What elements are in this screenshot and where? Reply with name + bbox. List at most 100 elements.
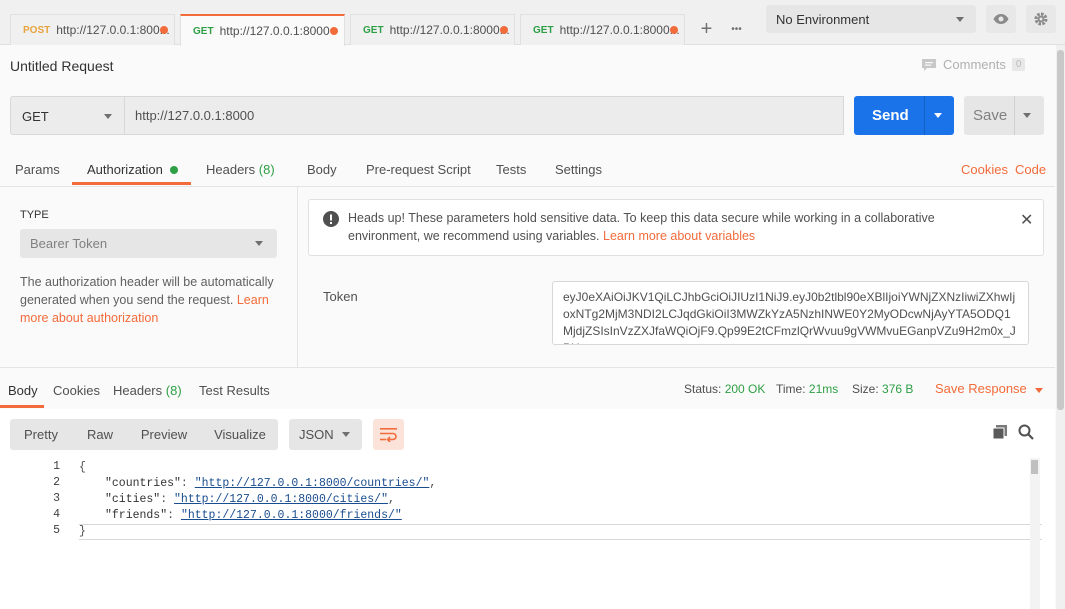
code-scrollbar[interactable] xyxy=(1030,458,1040,609)
type-label: TYPE xyxy=(20,209,49,221)
request-title[interactable]: Untitled Request xyxy=(10,58,114,74)
tab-authorization[interactable]: Authorization xyxy=(87,162,178,177)
method-select[interactable]: GET xyxy=(10,96,125,135)
new-tab-button[interactable]: + xyxy=(692,15,721,44)
learn-more-variables-link[interactable]: Learn more about variables xyxy=(603,229,755,243)
json-link[interactable]: "http://127.0.0.1:8000/countries/" xyxy=(195,477,430,490)
send-label: Send xyxy=(872,107,909,124)
pretty-button[interactable]: Pretty xyxy=(16,419,66,450)
save-label: Save xyxy=(973,107,1008,124)
response-tab-test-results[interactable]: Test Results xyxy=(199,383,270,398)
json-link[interactable]: "http://127.0.0.1:8000/cities/" xyxy=(174,493,388,506)
json-link[interactable]: "http://127.0.0.1:8000/friends/" xyxy=(181,509,402,522)
response-headers-label: Headers xyxy=(113,383,163,398)
active-tab-indicator xyxy=(0,405,44,408)
auth-type-value: Bearer Token xyxy=(30,236,108,251)
request-tab[interactable]: GET http://127.0.0.1:8000... xyxy=(350,14,515,45)
auth-description: The authorization header will be automat… xyxy=(20,273,278,327)
chevron-down-icon xyxy=(104,114,112,119)
send-button[interactable]: Send xyxy=(854,96,954,135)
brace: } xyxy=(79,525,86,538)
comments-button[interactable]: Comments 0 xyxy=(921,57,1026,72)
tab-url: http://127.0.0.1:8000... xyxy=(389,23,510,37)
ellipsis-icon: ••• xyxy=(731,24,742,35)
tab-url: http://127.0.0.1:8000 xyxy=(219,24,330,38)
time-label: Time: xyxy=(776,382,806,396)
status-label: Status: xyxy=(684,382,722,396)
code-scroll-thumb[interactable] xyxy=(1031,460,1038,474)
unsaved-dot-icon xyxy=(670,26,678,34)
active-dot-icon xyxy=(169,166,178,174)
preview-button[interactable]: Preview xyxy=(136,419,192,450)
response-tab-headers[interactable]: Headers (8) xyxy=(113,383,182,398)
tab-body[interactable]: Body xyxy=(307,162,337,177)
comments-count: 0 xyxy=(1011,58,1026,71)
main-scroll-thumb[interactable] xyxy=(1057,50,1064,410)
search-icon[interactable] xyxy=(1018,424,1034,440)
code-line: "friends": "http://127.0.0.1:8000/friend… xyxy=(105,509,402,522)
environment-select[interactable]: No Environment xyxy=(766,5,976,33)
tab-tests[interactable]: Tests xyxy=(496,162,526,177)
chevron-down-icon xyxy=(255,241,263,246)
auth-type-select[interactable]: Bearer Token xyxy=(20,229,277,258)
request-tab-active[interactable]: GET http://127.0.0.1:8000 xyxy=(180,14,345,46)
trail: , xyxy=(429,477,437,490)
plus-icon: + xyxy=(700,18,713,40)
tab-authorization-label: Authorization xyxy=(87,162,163,177)
settings-button[interactable] xyxy=(1026,5,1056,33)
url-input[interactable] xyxy=(125,96,844,135)
format-select[interactable]: JSON xyxy=(289,419,362,450)
gear-icon xyxy=(1034,12,1048,26)
tab-headers-count: (8) xyxy=(258,162,275,177)
tab-prerequest-script[interactable]: Pre-request Script xyxy=(366,162,471,177)
visualize-button[interactable]: Visualize xyxy=(208,419,272,450)
unsaved-dot-icon xyxy=(330,27,338,35)
save-response-button[interactable]: Save Response xyxy=(935,381,1044,396)
code-line: { xyxy=(79,460,86,476)
response-tab-cookies[interactable]: Cookies xyxy=(53,383,100,398)
chevron-down-icon xyxy=(956,17,964,22)
token-input[interactable]: eyJ0eXAiOiJKV1QiLCJhbGciOiJIUzI1NiJ9.eyJ… xyxy=(552,281,1029,345)
tab-method: POST xyxy=(23,24,51,36)
line-number: 4 xyxy=(53,508,60,521)
more-tabs-button[interactable]: ••• xyxy=(722,15,751,44)
code-line: "countries": "http://127.0.0.1:8000/coun… xyxy=(105,477,437,490)
brace: { xyxy=(79,461,86,474)
environment-quick-look-button[interactable] xyxy=(986,5,1016,33)
comment-icon xyxy=(922,58,936,71)
request-tab[interactable]: POST http://127.0.0.1:800... xyxy=(10,14,175,45)
chevron-down-icon[interactable] xyxy=(934,113,942,118)
method-value: GET xyxy=(22,109,49,124)
cookies-link[interactable]: Cookies xyxy=(961,162,1008,177)
tab-params[interactable]: Params xyxy=(15,162,60,177)
size-label: Size: xyxy=(852,382,879,396)
token-label: Token xyxy=(323,289,358,304)
comments-label: Comments xyxy=(943,57,1006,72)
active-line-highlight xyxy=(79,524,1042,540)
copy-icon[interactable] xyxy=(992,424,1008,440)
code-link[interactable]: Code xyxy=(1015,162,1046,177)
tab-settings[interactable]: Settings xyxy=(555,162,602,177)
chevron-down-icon[interactable] xyxy=(1023,113,1031,118)
wrap-lines-button[interactable] xyxy=(373,419,404,450)
trail: , xyxy=(387,493,395,506)
line-number: 1 xyxy=(53,460,60,473)
response-size: Size: 376 B xyxy=(852,382,913,396)
close-icon[interactable]: ✕ xyxy=(1020,210,1033,230)
format-value: JSON xyxy=(299,427,334,442)
send-divider xyxy=(924,96,925,135)
divider xyxy=(0,367,1055,368)
request-tab-bar: POST http://127.0.0.1:800... GET http://… xyxy=(0,0,1065,46)
environment-value: No Environment xyxy=(776,12,870,27)
response-tab-body[interactable]: Body xyxy=(8,383,38,398)
line-number: 2 xyxy=(53,476,60,489)
code-line: "cities": "http://127.0.0.1:8000/cities/… xyxy=(105,493,395,506)
save-button[interactable]: Save xyxy=(964,96,1044,135)
status-value: 200 OK xyxy=(724,382,766,396)
sensitive-data-banner: Heads up! These parameters hold sensitiv… xyxy=(308,199,1044,256)
response-time: Time: 21ms xyxy=(776,382,838,396)
tab-method: GET xyxy=(193,25,214,37)
tab-headers[interactable]: Headers (8) xyxy=(206,162,275,177)
raw-button[interactable]: Raw xyxy=(80,419,120,450)
request-tab[interactable]: GET http://127.0.0.1:8000... xyxy=(520,14,685,45)
